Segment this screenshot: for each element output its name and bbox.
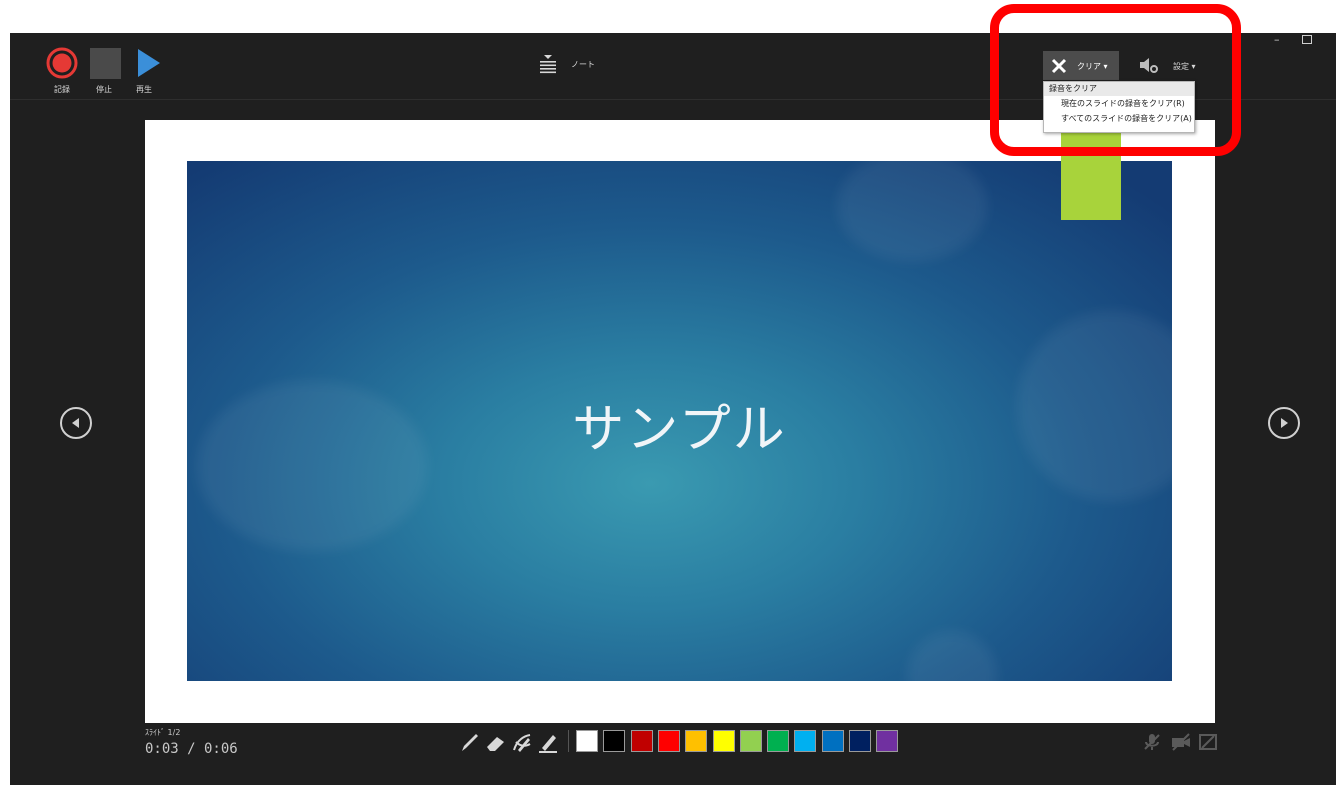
- time-display: 0:03 / 0:06: [145, 741, 238, 757]
- arrow-right-icon: [1281, 418, 1288, 428]
- slide-preview: サンプル: [145, 120, 1215, 723]
- camera-icon[interactable]: [1170, 732, 1192, 752]
- color-swatch[interactable]: [821, 730, 844, 752]
- slide-title: サンプル: [572, 400, 787, 460]
- previous-slide-button[interactable]: [60, 407, 92, 439]
- laser-pen-icon[interactable]: [510, 730, 534, 754]
- play-button[interactable]: 再生: [133, 46, 167, 96]
- notes-label: ノート: [571, 60, 595, 69]
- color-swatch[interactable]: [794, 730, 817, 752]
- color-swatch[interactable]: [739, 730, 762, 752]
- next-slide-button[interactable]: [1268, 407, 1300, 439]
- color-swatch[interactable]: [712, 730, 735, 752]
- restore-button[interactable]: [1302, 35, 1312, 44]
- color-swatch[interactable]: [767, 730, 790, 752]
- eraser-icon[interactable]: [484, 730, 508, 754]
- stop-button[interactable]: 停止: [89, 46, 123, 96]
- color-swatch[interactable]: [657, 730, 680, 752]
- tool-divider: [568, 730, 569, 752]
- slide-counter: ｽﾗｲﾄﾞ 1/2: [145, 728, 181, 737]
- notes-button[interactable]: ノート: [539, 53, 599, 77]
- color-swatch[interactable]: [849, 730, 871, 752]
- notes-icon: [540, 55, 556, 74]
- preview-icon[interactable]: [1198, 732, 1218, 752]
- highlighter-icon[interactable]: [536, 730, 560, 754]
- color-swatch[interactable]: [603, 730, 626, 752]
- color-swatch[interactable]: [876, 730, 899, 752]
- slide-background: サンプル: [187, 161, 1172, 681]
- color-swatch[interactable]: [685, 730, 708, 752]
- record-button[interactable]: 記録: [45, 46, 79, 96]
- mic-icon[interactable]: [1142, 732, 1162, 752]
- record-label: 記録: [54, 85, 70, 94]
- color-swatch[interactable]: [576, 730, 598, 752]
- pen-icon[interactable]: [458, 730, 482, 754]
- play-label: 再生: [136, 85, 152, 94]
- arrow-left-icon: [72, 418, 79, 428]
- minimize-button[interactable]: –: [1274, 33, 1280, 46]
- play-icon: [138, 49, 160, 77]
- stop-icon: [90, 48, 121, 79]
- highlight-callout: [990, 4, 1241, 156]
- color-swatch[interactable]: [630, 730, 653, 752]
- record-icon: [46, 47, 78, 79]
- stop-label: 停止: [96, 85, 112, 94]
